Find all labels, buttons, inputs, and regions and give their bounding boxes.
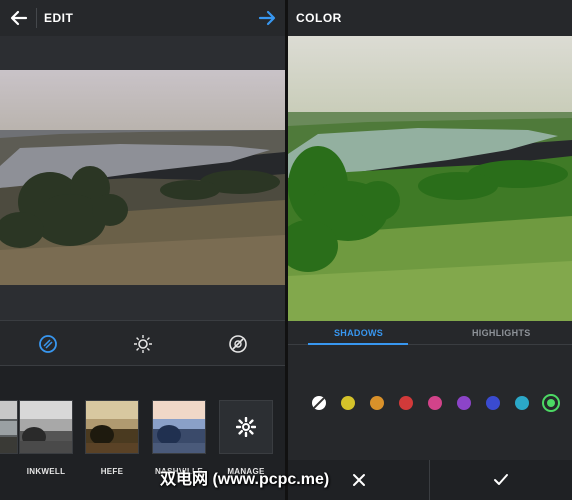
filter-icon[interactable]	[37, 333, 59, 355]
next-arrow-icon[interactable]	[256, 7, 278, 29]
check-icon	[493, 474, 508, 485]
color-swatches	[288, 345, 572, 460]
watermark-text: 双电网 (www.pcpc.me)	[160, 471, 330, 488]
edit-header: EDIT	[0, 0, 285, 36]
tab-highlights[interactable]: HIGHLIGHTS	[472, 328, 531, 338]
manage-filters-button[interactable]	[219, 400, 273, 454]
tools-bar	[0, 320, 285, 366]
header-separator	[36, 8, 37, 28]
close-icon	[352, 474, 365, 486]
color-swatch[interactable]	[515, 396, 529, 410]
filter-label-inkwell: INKWELL	[26, 467, 66, 476]
back-arrow-icon[interactable]	[8, 7, 30, 29]
color-panel: COLOR SHADOWS HIGHLIGHTS	[288, 0, 572, 500]
color-swatch[interactable]	[341, 396, 355, 410]
brightness-icon[interactable]	[132, 333, 154, 355]
photo-preview-tinted	[288, 36, 572, 321]
page-title: EDIT	[44, 11, 74, 25]
edit-panel: EDIT INKWELL HEFE NASHVILLE MANAGE	[0, 0, 285, 500]
confirm-button[interactable]	[430, 460, 571, 500]
filter-thumb-nashville[interactable]	[152, 400, 206, 454]
filter-thumb-inkwell[interactable]	[19, 400, 73, 454]
color-swatch[interactable]	[370, 396, 384, 410]
color-header: COLOR	[288, 0, 572, 36]
top-spacer	[0, 36, 285, 70]
filter-label-hefe: HEFE	[100, 467, 124, 476]
color-swatch-none[interactable]	[312, 396, 326, 410]
filter-thumb-hefe[interactable]	[85, 400, 139, 454]
photo-preview	[0, 70, 285, 285]
bottom-bar	[288, 460, 572, 500]
adjust-icon[interactable]	[227, 333, 249, 355]
gear-icon	[236, 417, 256, 437]
color-swatch[interactable]	[399, 396, 413, 410]
color-swatch-selected[interactable]	[542, 394, 560, 412]
tab-shadows[interactable]: SHADOWS	[334, 328, 383, 338]
tone-tabs: SHADOWS HIGHLIGHTS	[288, 321, 572, 345]
color-swatch[interactable]	[486, 396, 500, 410]
photo-bottom-spacer	[0, 285, 285, 320]
color-swatch[interactable]	[428, 396, 442, 410]
panel-title: COLOR	[296, 11, 342, 25]
filter-thumb-partial[interactable]	[0, 400, 18, 454]
color-swatch[interactable]	[457, 396, 471, 410]
